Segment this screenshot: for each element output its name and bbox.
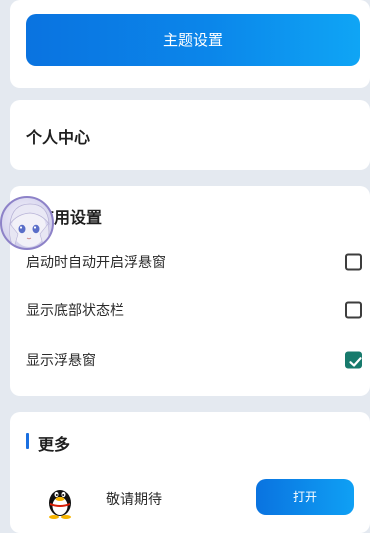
more-title: 更多	[38, 435, 71, 454]
theme-card: 主题设置	[10, 0, 370, 88]
setting-row-auto-float[interactable]: 启动时自动开启浮悬窗	[10, 238, 370, 286]
more-card: 更多 敬请期待 打开	[10, 412, 370, 533]
theme-settings-button[interactable]: 主题设置	[26, 14, 360, 66]
setting-label: 显示浮悬窗	[26, 353, 96, 369]
app-item: 敬请期待 打开	[26, 466, 368, 532]
section-accent-bar	[26, 433, 29, 449]
check-icon	[349, 357, 362, 367]
personal-center-title: 个人中心	[26, 128, 91, 147]
open-button[interactable]: 打开	[256, 479, 354, 515]
setting-row-show-float[interactable]: 显示浮悬窗	[10, 336, 370, 384]
floating-avatar[interactable]	[0, 196, 54, 250]
show-float-checkbox[interactable]	[345, 351, 362, 369]
app-name: 敬请期待	[106, 492, 162, 508]
app-settings-card: 应用设置 启动时自动开启浮悬窗 显示底部状态栏 显示浮悬窗	[10, 186, 370, 396]
personal-center-card[interactable]: 个人中心	[10, 100, 370, 170]
setting-label: 显示底部状态栏	[26, 303, 124, 319]
qq-penguin-icon	[44, 483, 76, 523]
auto-float-checkbox[interactable]	[345, 253, 362, 271]
setting-label: 启动时自动开启浮悬窗	[26, 255, 166, 271]
setting-row-status-bar[interactable]: 显示底部状态栏	[10, 286, 370, 334]
status-bar-checkbox[interactable]	[345, 301, 362, 319]
